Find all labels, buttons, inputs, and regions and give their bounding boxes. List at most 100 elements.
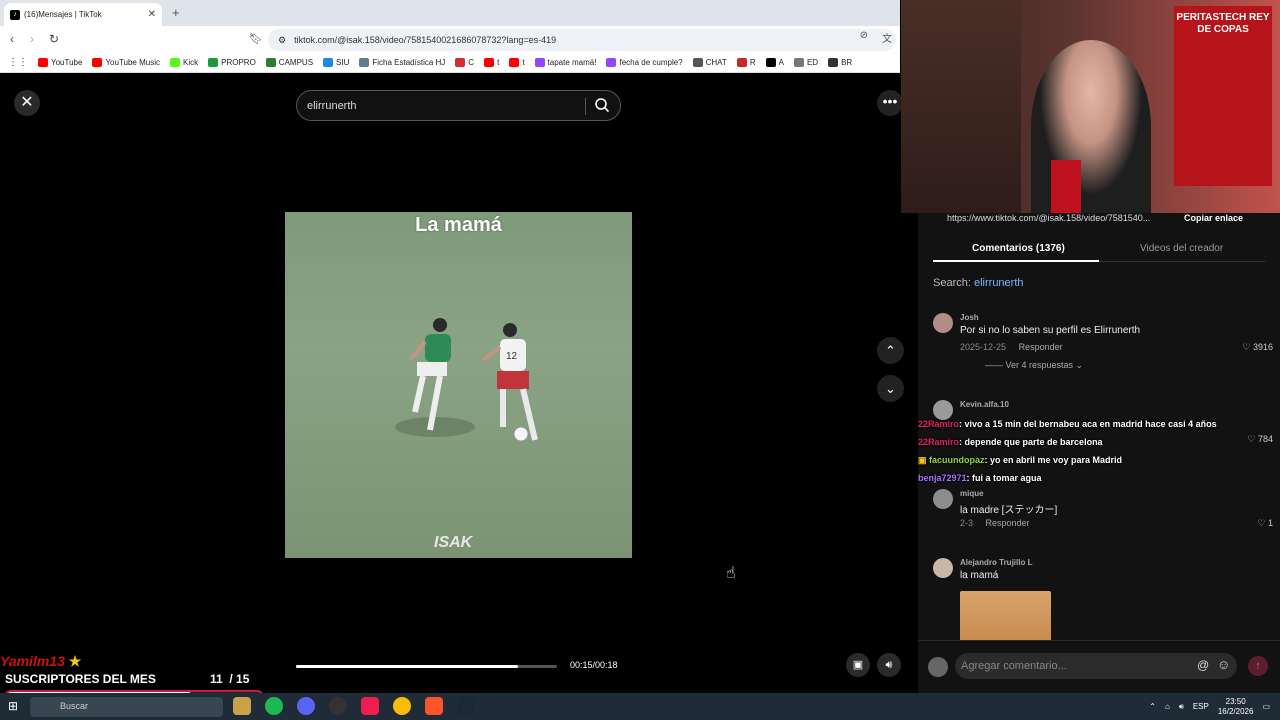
browser-tab[interactable]: ♪ (16)Mensajes | TikTok ✕ — [4, 3, 162, 26]
search-input[interactable]: elirrunerth — [307, 100, 357, 112]
notifications-icon[interactable]: ▭ — [1262, 702, 1270, 711]
volume-tray-icon[interactable]: 🔊︎ — [1179, 702, 1184, 712]
spotify-icon[interactable] — [265, 697, 283, 715]
top-subscriber: Yamilm13 ★ — [0, 653, 81, 670]
chat-message: benja72971: fui a tomar agua — [918, 469, 1280, 487]
share-link-url[interactable]: https://www.tiktok.com/@isak.158/video/7… — [947, 213, 1150, 223]
close-icon[interactable]: ✕ — [148, 9, 156, 20]
chat-text: : yo en abril me voy para Madrid — [984, 455, 1123, 465]
badge-icon: ▣ — [918, 455, 930, 465]
comment-input[interactable] — [955, 653, 1237, 679]
windows-start-icon[interactable]: ⊞ — [8, 699, 18, 713]
video-time: 00:15/00:18 — [570, 660, 618, 670]
tab-comments[interactable]: Comentarios (1376) — [972, 243, 1065, 254]
avatar[interactable] — [933, 489, 953, 509]
translate-icon[interactable]: 文 — [882, 30, 892, 45]
bookmark-item[interactable]: CAMPUS — [265, 58, 314, 67]
like-button[interactable]: ♡ 3916 — [1242, 342, 1273, 353]
tab-creator-videos[interactable]: Videos del creador — [1140, 243, 1223, 254]
steam-icon[interactable] — [457, 697, 475, 715]
brave-icon[interactable] — [425, 697, 443, 715]
bookmark-label: CAMPUS — [278, 58, 314, 67]
comment-sticker-image[interactable] — [960, 591, 1051, 641]
bookmark-item[interactable]: fecha de cumple? — [606, 58, 683, 67]
bookmark-item[interactable]: tapate mamá! — [534, 58, 596, 67]
mention-icon[interactable]: @ — [1197, 658, 1209, 672]
no-eye-icon[interactable]: ⊘ — [860, 30, 868, 45]
comment-user[interactable]: Josh — [960, 313, 979, 322]
avatar[interactable] — [933, 558, 953, 578]
bookmark-item[interactable]: YouTube Music — [92, 58, 160, 67]
bookmark-favicon-icon — [265, 58, 276, 67]
avatar[interactable] — [928, 657, 948, 677]
view-replies-button[interactable]: —— Ver 4 respuestas ⌄ — [985, 360, 1083, 371]
reply-button[interactable]: Responder — [1019, 342, 1063, 352]
like-button[interactable]: ♡ 1 — [1257, 518, 1273, 529]
bookmark-item[interactable]: YouTube — [38, 58, 82, 67]
language-indicator[interactable]: ESP — [1193, 702, 1209, 711]
webcam-overlay: PERITASTECH REY DE COPAS — [901, 0, 1280, 213]
search-bar[interactable]: elirrunerth — [296, 90, 621, 121]
bookmark-item[interactable]: ED — [793, 58, 818, 67]
close-video-button[interactable]: ✕ — [14, 90, 40, 116]
previous-video-button[interactable]: ⌃ — [877, 337, 904, 364]
reply-button[interactable]: Responder — [986, 518, 1030, 528]
search-hint-term[interactable]: elirrunerth — [974, 277, 1024, 289]
clock[interactable]: 23:50 16/2/2026 — [1218, 697, 1254, 717]
avatar[interactable] — [933, 313, 953, 333]
comment-item: Alejandro Trujillo L la mamá — [933, 558, 1273, 643]
tiktok-icon: ♪ — [10, 9, 20, 20]
bookmark-item[interactable]: R — [736, 58, 756, 67]
comment-user[interactable]: Kevin.alfa.10 — [960, 400, 1009, 409]
video-progress-fill — [296, 665, 518, 668]
bookmark-favicon-icon — [92, 58, 103, 67]
bookmark-item[interactable]: BR — [828, 58, 852, 67]
search-icon[interactable] — [594, 97, 610, 113]
file-explorer-icon[interactable] — [233, 697, 251, 715]
tray-expand-icon[interactable]: ⌃ — [1149, 702, 1156, 711]
chat-text: : depende que parte de barcelona — [959, 437, 1103, 447]
network-icon[interactable]: ⌂ — [1165, 702, 1170, 711]
poster: PERITASTECH REY DE COPAS — [1174, 6, 1272, 186]
svg-text:12: 12 — [506, 351, 518, 362]
next-video-button[interactable]: ⌄ — [877, 375, 904, 402]
bookmark-item[interactable]: Kick — [170, 58, 198, 67]
comment-text: la madre [ステッカー] — [960, 505, 1058, 516]
bookmark-label: fecha de cumple? — [619, 58, 683, 67]
video-progress-bar[interactable] — [296, 665, 557, 668]
copy-link-button[interactable]: Copiar enlace — [1184, 213, 1243, 223]
tiktok-app-icon[interactable] — [361, 697, 379, 715]
site-info-icon[interactable]: ⚙︎ — [278, 35, 286, 46]
taskbar-search[interactable]: Buscar — [30, 697, 223, 717]
bookmark-item[interactable]: Ficha Estadística HJ — [359, 58, 445, 67]
discord-icon[interactable] — [297, 697, 315, 715]
more-options-button[interactable]: ••• — [877, 90, 903, 116]
apps-icon[interactable]: ⋮⋮ — [8, 57, 28, 68]
bookmark-label: C — [468, 58, 475, 67]
bookmark-item[interactable]: t — [484, 58, 499, 67]
chrome-icon[interactable] — [393, 697, 411, 715]
url-field[interactable]: ⚙︎ tiktok.com/@isak.158/video/7581540021… — [268, 29, 896, 51]
volume-icon[interactable]: 🔊︎ — [877, 653, 901, 677]
comment-user[interactable]: mique — [960, 489, 984, 498]
bookmark-icon[interactable]: 🔖︎ — [249, 32, 263, 45]
comment-user[interactable]: Alejandro Trujillo L — [960, 558, 1032, 567]
bookmark-item[interactable]: CHAT — [692, 58, 727, 67]
emoji-icon[interactable]: ☺ — [1217, 657, 1230, 672]
comment-search-hint[interactable]: Search: elirrunerth — [933, 277, 1024, 289]
bookmark-item[interactable]: C — [455, 58, 474, 67]
bookmark-favicon-icon — [692, 58, 703, 67]
forward-icon[interactable]: › — [30, 32, 34, 46]
bookmark-item[interactable]: A — [765, 58, 784, 67]
obs-icon[interactable] — [329, 697, 347, 715]
video-frame[interactable]: La mamá 12 ISAK — [285, 212, 632, 558]
bookmark-item[interactable]: PROPRO — [208, 58, 256, 67]
bookmark-item[interactable]: t — [509, 58, 525, 67]
pip-icon[interactable]: ▣ — [846, 653, 870, 677]
new-tab-icon[interactable]: + — [172, 5, 180, 20]
bookmark-label: CHAT — [705, 58, 727, 67]
bookmark-item[interactable]: SIU — [323, 58, 349, 67]
reload-icon[interactable]: ↻ — [49, 32, 59, 46]
back-icon[interactable]: ‹ — [10, 32, 14, 46]
send-button[interactable]: ↑ — [1248, 656, 1268, 676]
